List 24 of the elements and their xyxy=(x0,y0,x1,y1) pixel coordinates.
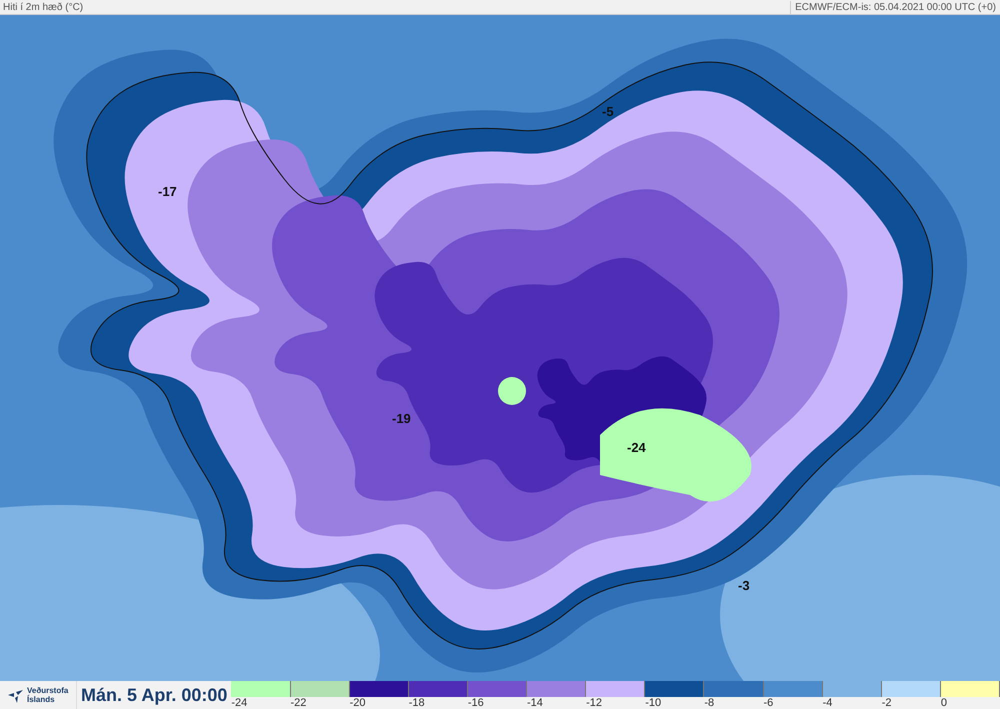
legend-label: 0 xyxy=(940,697,947,709)
legend-label: -10 xyxy=(645,697,662,709)
model-run-info: ECMWF/ECM-is: 05.04.2021 00:00 UTC (+0) xyxy=(790,0,1000,14)
logo-text: Veðurstofa xyxy=(27,686,68,695)
logo-text: Íslands xyxy=(27,695,56,704)
forecast-time: Mán. 5 Apr. 00:00 xyxy=(80,684,228,707)
contour-label: -24 xyxy=(627,441,646,455)
legend-label: -14 xyxy=(527,697,543,709)
map-title: Hiti í 2m hæð (°C) xyxy=(2,0,84,14)
contour-label: -19 xyxy=(392,412,411,426)
legend-label: -18 xyxy=(408,697,425,709)
logo-icon xyxy=(6,687,24,703)
legend-label: -16 xyxy=(468,697,484,709)
legend-label: -20 xyxy=(350,697,366,709)
contour-label: -3 xyxy=(738,579,750,593)
legend-label: -6 xyxy=(764,697,774,709)
legend-label: -4 xyxy=(822,697,832,709)
legend-label: -2 xyxy=(882,697,892,709)
legend-label: -8 xyxy=(704,697,714,709)
legend-label: -22 xyxy=(290,697,306,709)
legend-label: -12 xyxy=(586,697,602,709)
legend-label: -24 xyxy=(231,697,248,709)
contour-label: -17 xyxy=(158,185,177,199)
contour-label: -5 xyxy=(602,105,614,119)
